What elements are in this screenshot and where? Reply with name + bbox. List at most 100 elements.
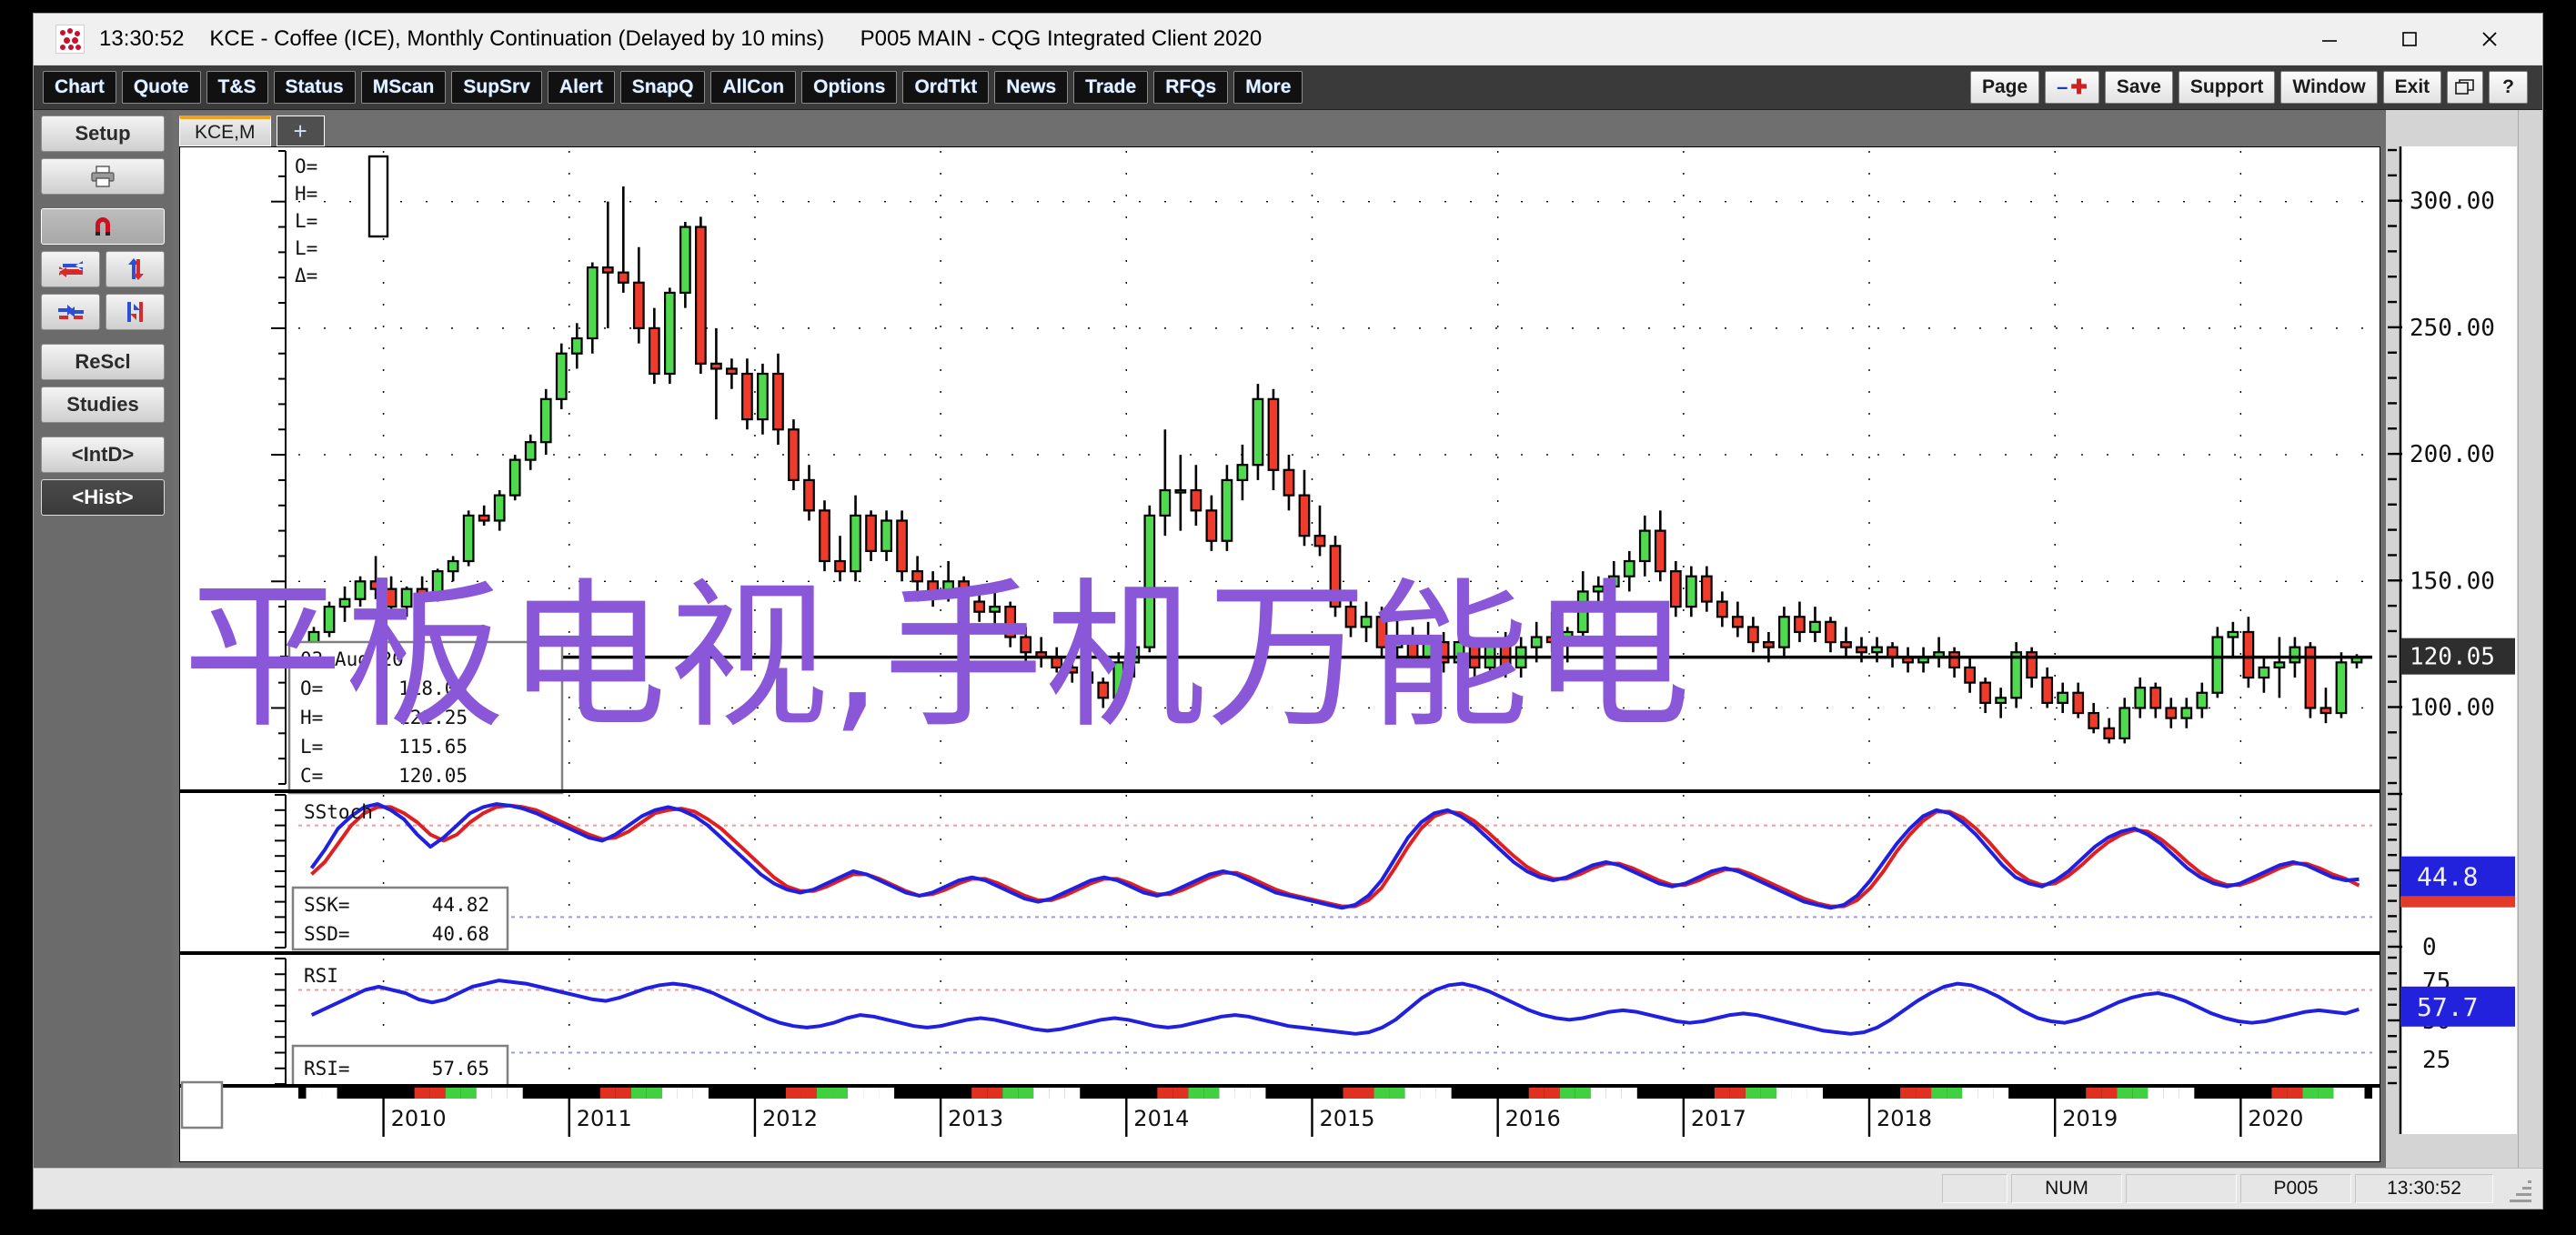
restore-icon bbox=[2455, 79, 2474, 95]
x-axis-year-label: 2020 bbox=[2248, 1106, 2303, 1131]
svg-text:SSD=: SSD= bbox=[304, 923, 350, 945]
print-button[interactable] bbox=[41, 158, 165, 195]
cursor-readout-l2: L= bbox=[295, 237, 317, 259]
add-tab-button[interactable]: + bbox=[276, 115, 325, 146]
x-axis-year-label: 2012 bbox=[762, 1106, 818, 1131]
svg-text:40.68: 40.68 bbox=[432, 923, 489, 945]
svg-text:121.25: 121.25 bbox=[398, 707, 468, 728]
toolbar-ts-button[interactable]: T&S bbox=[206, 71, 268, 104]
chart-plot[interactable]: O= H= L= L= Δ= 03 Aug 20 O= 118.00 H= 121.25 L= 115… bbox=[180, 147, 2380, 1139]
chart-canvas[interactable]: O= H= L= L= Δ= 03 Aug 20 O= 118.00 H= 121.25 L= 115… bbox=[179, 146, 2380, 1162]
toolbar-chart-button[interactable]: Chart bbox=[43, 71, 116, 104]
title-text: KCE - Coffee (ICE), Monthly Continuation… bbox=[209, 26, 1262, 52]
price-axis-label: 200.00 bbox=[2410, 441, 2495, 468]
svg-text:120.05: 120.05 bbox=[2410, 644, 2495, 671]
zoom-pm-button[interactable]: – ✚ bbox=[2045, 71, 2099, 104]
save-button[interactable]: Save bbox=[2104, 71, 2173, 104]
magnet-snap-button[interactable] bbox=[41, 208, 165, 245]
x-axis-year-label: 2019 bbox=[2062, 1106, 2118, 1131]
maximize-button[interactable] bbox=[2370, 15, 2450, 65]
close-button[interactable] bbox=[2450, 15, 2530, 65]
svg-text:C=: C= bbox=[300, 765, 323, 787]
window-button[interactable]: Window bbox=[2280, 71, 2378, 104]
historical-button[interactable]: <Hist> bbox=[41, 479, 165, 516]
status-cell-blank-2 bbox=[2126, 1174, 2237, 1203]
sstoch-title: SStoch bbox=[304, 801, 373, 823]
svg-text:RSI=: RSI= bbox=[304, 1058, 350, 1079]
status-cell-blank-1 bbox=[1942, 1174, 2007, 1203]
x-axis-year-label: 2013 bbox=[948, 1106, 1003, 1131]
toolbar-allcon-button[interactable]: AllCon bbox=[710, 71, 797, 104]
svg-text:SSK=: SSK= bbox=[304, 894, 350, 916]
rescale-button[interactable]: ReScl bbox=[41, 344, 165, 380]
title-session: P005 MAIN - CQG Integrated Client 2020 bbox=[860, 26, 1263, 51]
cursor-readout-h: H= bbox=[295, 183, 317, 205]
svg-text:118.00: 118.00 bbox=[398, 678, 468, 699]
compress-horizontal-button[interactable] bbox=[41, 294, 100, 330]
vertical-scrollbar[interactable] bbox=[2518, 110, 2542, 1168]
page-button[interactable]: Page bbox=[1969, 71, 2040, 104]
arrows-up-down-icon bbox=[127, 258, 144, 280]
title-clock: 13:30:52 bbox=[99, 26, 185, 51]
intraday-button[interactable]: <IntD> bbox=[41, 437, 165, 473]
status-time-indicator: 13:30:52 bbox=[2355, 1174, 2493, 1203]
restore-window-button[interactable] bbox=[2447, 71, 2484, 104]
compress-vertical-button[interactable] bbox=[106, 294, 165, 330]
support-button[interactable]: Support bbox=[2178, 71, 2276, 104]
toolbar-mscan-button[interactable]: MScan bbox=[360, 71, 447, 104]
rsi-title: RSI bbox=[304, 965, 338, 987]
x-axis-year-label: 2011 bbox=[577, 1106, 632, 1131]
title-instrument: KCE - Coffee (ICE), Monthly Continuation… bbox=[209, 26, 825, 51]
svg-text:44.82: 44.82 bbox=[432, 894, 489, 916]
svg-text:O=: O= bbox=[300, 678, 323, 699]
quote-readout-box: 03 Aug 20 O= 118.00 H= 121.25 L= 115.65 C= 120.0… bbox=[287, 640, 564, 795]
setup-button[interactable]: Setup bbox=[41, 115, 165, 152]
svg-text:120.05: 120.05 bbox=[398, 765, 468, 787]
svg-text:H=: H= bbox=[300, 707, 323, 728]
sstoch-value-box: SSK= 44.82 SSD= 40.68 bbox=[291, 886, 509, 951]
toolbar-snapq-button[interactable]: SnapQ bbox=[619, 71, 706, 104]
svg-text:57.65: 57.65 bbox=[432, 1058, 489, 1079]
zoom-in-icon: ✚ bbox=[2070, 75, 2088, 98]
price-axis-label: 100.00 bbox=[2410, 694, 2495, 721]
toolbar-news-button[interactable]: News bbox=[994, 71, 1069, 104]
toolbar-ordtkt-button[interactable]: OrdTkt bbox=[902, 71, 990, 104]
toolbar-status-button[interactable]: Status bbox=[273, 71, 356, 104]
scroll-horizontal-button[interactable] bbox=[41, 251, 100, 287]
status-num-indicator: NUM bbox=[2011, 1174, 2122, 1203]
arrows-converge-icon bbox=[57, 305, 84, 319]
studies-button[interactable]: Studies bbox=[41, 387, 165, 423]
x-axis-year-label: 2010 bbox=[391, 1106, 447, 1131]
chart-canvas-wrapper: O= H= L= L= Δ= 03 Aug 20 O= 118.00 H= 121.25 L= 115… bbox=[172, 146, 2386, 1168]
price-scale-gutter[interactable]: 100.00150.00200.00250.00300.00120.055004… bbox=[2386, 110, 2542, 1168]
toolbar-trade-button[interactable]: Trade bbox=[1073, 71, 1149, 104]
sstoch-d-badge bbox=[2400, 896, 2515, 908]
axis-scroll-thumb bbox=[180, 1080, 224, 1130]
crosshair-marker bbox=[367, 155, 389, 238]
workspace: Setup ReScl Studies <IntD> <Hist> KCE,M … bbox=[34, 110, 2542, 1168]
x-axis-year-label: 2016 bbox=[1505, 1106, 1561, 1131]
sstoch-axis-label: 0 bbox=[2422, 934, 2437, 961]
rsi-axis-label: 25 bbox=[2422, 1047, 2450, 1074]
minimize-button[interactable] bbox=[2289, 15, 2370, 65]
svg-text:L=: L= bbox=[300, 736, 323, 758]
toolbar-options-button[interactable]: Options bbox=[801, 71, 898, 104]
print-icon bbox=[91, 166, 115, 187]
exit-button[interactable]: Exit bbox=[2382, 71, 2442, 104]
chart-tool-sidebar: Setup ReScl Studies <IntD> <Hist> bbox=[34, 110, 172, 1168]
toolbar-alert-button[interactable]: Alert bbox=[547, 71, 615, 104]
price-axis-label: 250.00 bbox=[2410, 315, 2495, 342]
svg-text:57.7: 57.7 bbox=[2417, 992, 2478, 1022]
toolbar-supsrv-button[interactable]: SupSrv bbox=[451, 71, 542, 104]
x-axis-year-label: 2018 bbox=[1877, 1106, 1932, 1131]
chart-tab-bar: KCE,M + bbox=[172, 110, 2386, 146]
toolbar-more-button[interactable]: More bbox=[1233, 71, 1303, 104]
cqg-logo-icon bbox=[55, 25, 85, 54]
x-axis-year-label: 2017 bbox=[1691, 1106, 1746, 1131]
scroll-vertical-button[interactable] bbox=[106, 251, 165, 287]
tab-kce-m[interactable]: KCE,M bbox=[179, 115, 271, 146]
toolbar-quote-button[interactable]: Quote bbox=[121, 71, 201, 104]
toolbar-rfqs-button[interactable]: RFQs bbox=[1153, 71, 1229, 104]
resize-grip[interactable] bbox=[2502, 1173, 2533, 1204]
help-button[interactable]: ? bbox=[2489, 71, 2528, 104]
